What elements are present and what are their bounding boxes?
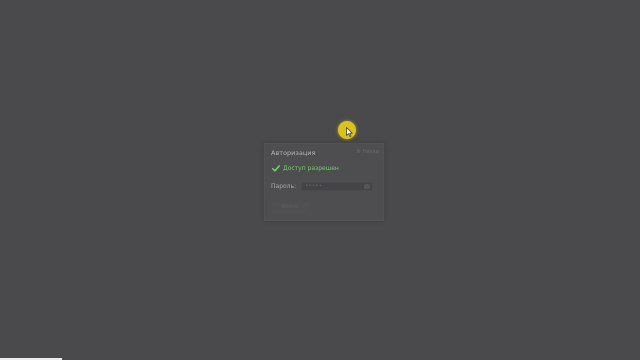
status-text: Доступ разрешен xyxy=(283,165,339,172)
password-value: ••••• xyxy=(305,183,323,189)
submit-button[interactable]: Войти xyxy=(271,202,309,213)
password-row: Пароль: ••••• xyxy=(271,182,374,191)
close-label: Назад xyxy=(362,149,379,155)
access-status: Доступ разрешен xyxy=(272,165,339,172)
dialog-title: Авторизация xyxy=(271,149,316,157)
close-button[interactable]: ⨯ Назад xyxy=(355,148,379,156)
password-label: Пароль: xyxy=(271,183,297,190)
check-icon xyxy=(272,165,280,172)
password-toggle-icon[interactable] xyxy=(364,184,371,189)
login-dialog: Авторизация ⨯ Назад Доступ разрешен Паро… xyxy=(264,143,384,221)
close-icon: ⨯ xyxy=(355,148,361,155)
password-field[interactable]: ••••• xyxy=(301,182,374,191)
screen: Авторизация ⨯ Назад Доступ разрешен Паро… xyxy=(0,0,640,360)
mouse-cursor-icon xyxy=(346,127,353,137)
